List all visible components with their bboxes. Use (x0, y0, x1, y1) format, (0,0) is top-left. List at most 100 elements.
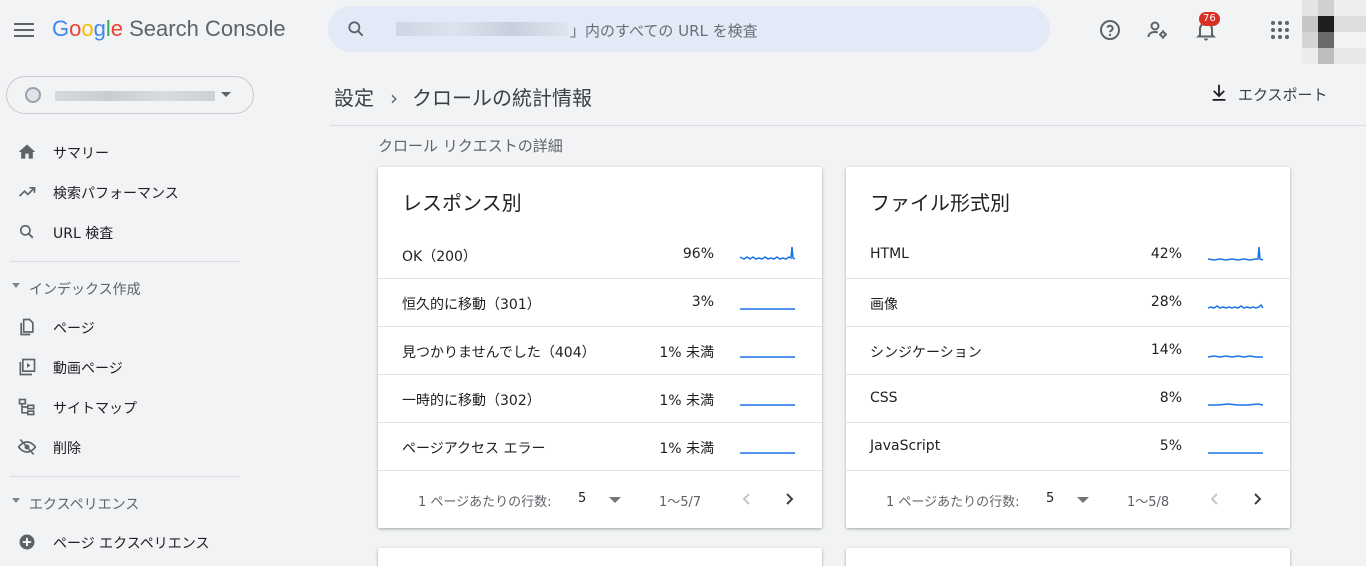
avatar[interactable] (1302, 0, 1366, 64)
removal-icon (17, 438, 37, 456)
chevron-right-icon: › (390, 86, 398, 110)
table-row[interactable]: CSS 8% (846, 375, 1290, 423)
notifications-badge: 76 (1199, 12, 1220, 26)
property-selector[interactable] (6, 76, 254, 114)
table-row[interactable]: JavaScript 5% (846, 423, 1290, 471)
table-pagination: 1 ページあたりの行数: 5 1～5/8 (846, 475, 1290, 527)
sidebar-item-performance[interactable]: 検索パフォーマンス (0, 172, 262, 212)
row-value: 96% (682, 246, 714, 262)
sidebar-section-indexing[interactable]: インデックス作成 (0, 272, 262, 302)
sparkline (740, 246, 796, 260)
row-label: JavaScript (870, 438, 941, 454)
chevron-left-icon[interactable] (1206, 489, 1222, 509)
row-label: 画像 (870, 297, 898, 313)
breadcrumb: 設定 › クロールの統計情報 (334, 82, 592, 111)
redacted-property-name (55, 91, 215, 101)
rows-per-page-label: 1 ページあたりの行数: (886, 495, 1020, 510)
sparkline (1208, 303, 1264, 309)
row-label: ページアクセス エラー (402, 441, 546, 457)
row-value: 1% 未満 (659, 393, 714, 409)
sidebar-item-label: URL 検査 (53, 226, 114, 242)
sparkline (740, 452, 795, 454)
sidebar-item-pages[interactable]: ページ (0, 307, 262, 347)
table-row[interactable]: 画像 28% (846, 279, 1290, 327)
sidebar-item-label: サマリー (53, 146, 109, 162)
table-row[interactable]: ページアクセス エラー 1% 未満 (378, 423, 822, 471)
table-row[interactable]: HTML 42% (846, 231, 1290, 279)
sidebar-item-url-inspection[interactable]: URL 検査 (0, 212, 262, 252)
breadcrumb-settings-link[interactable]: 設定 (334, 86, 374, 110)
table-row[interactable]: 恒久的に移動（301） 3% (378, 279, 822, 327)
redacted-property-url (396, 22, 568, 36)
apps-grid-icon[interactable] (1268, 18, 1292, 42)
collapse-triangle-icon (12, 498, 20, 503)
table-row[interactable]: OK（200） 96% (378, 231, 822, 279)
table-pagination: 1 ページあたりの行数: 5 1～5/7 (378, 475, 822, 527)
section-heading: クロール リクエストの詳細 (378, 137, 563, 155)
row-label: シンジケーション (870, 345, 982, 361)
rows-per-page-select[interactable]: 5 (578, 491, 586, 506)
row-label: CSS (870, 390, 898, 406)
row-label: 恒久的に移動（301） (402, 297, 541, 313)
row-value: 42% (1150, 246, 1182, 262)
export-label: エクスポート (1238, 86, 1328, 104)
card-by-file-type: ファイル形式別 HTML 42% 画像 28% シンジケーション 14% CSS… (846, 167, 1290, 528)
chevron-left-icon[interactable] (738, 489, 754, 509)
app-logo[interactable]: Google Search Console (52, 16, 286, 42)
table-row[interactable]: 見つかりませんでした（404） 1% 未満 (378, 327, 822, 375)
search-icon (348, 21, 364, 37)
pages-icon (20, 318, 34, 336)
sidebar: サマリー 検索パフォーマンス URL 検査 インデックス作成 ページ 動画ページ… (0, 64, 262, 566)
chevron-right-icon[interactable] (1250, 489, 1266, 509)
sidebar-section-experience[interactable]: エクスペリエンス (0, 487, 262, 517)
video-pages-icon (19, 358, 36, 376)
chevron-right-icon[interactable] (782, 489, 798, 509)
sparkline (1208, 403, 1264, 406)
sparkline (740, 308, 795, 310)
sidebar-item-video-pages[interactable]: 動画ページ (0, 347, 262, 387)
sidebar-item-removals[interactable]: 削除 (0, 427, 262, 467)
sidebar-divider (10, 476, 240, 477)
row-value: 8% (1159, 390, 1182, 406)
row-value: 1% 未満 (659, 441, 714, 457)
card-by-googlebot-type (846, 548, 1290, 566)
section-label: エクスペリエンス (29, 497, 140, 513)
table-row[interactable]: シンジケーション 14% (846, 327, 1290, 375)
sparkline (1208, 355, 1263, 358)
url-inspection-search[interactable]: 」内のすべての URL を検査 (328, 6, 1050, 52)
search-icon (19, 224, 34, 239)
dropdown-arrow-icon[interactable] (609, 497, 621, 503)
sidebar-item-page-experience[interactable]: ページ エクスペリエンス (0, 522, 262, 562)
rows-per-page-select[interactable]: 5 (1046, 491, 1054, 506)
trending-up-icon (18, 187, 36, 197)
admin-settings-icon[interactable] (1146, 18, 1170, 42)
plus-circle-icon (19, 534, 35, 550)
sidebar-item-label: 削除 (53, 441, 81, 457)
top-bar: Google Search Console 」内のすべての URL を検査 76 (0, 0, 1366, 64)
pagination-range: 1～5/7 (659, 495, 702, 510)
sitemap-icon (18, 398, 35, 416)
sidebar-item-sitemaps[interactable]: サイトマップ (0, 387, 262, 427)
row-label: 一時的に移動（302） (402, 393, 541, 409)
sidebar-item-summary[interactable]: サマリー (0, 132, 262, 172)
section-label: インデックス作成 (29, 282, 141, 298)
page-title: クロールの統計情報 (412, 86, 592, 110)
sparkline (1208, 246, 1264, 261)
dropdown-arrow-icon[interactable] (1077, 497, 1089, 503)
sidebar-item-label: ページ (53, 321, 95, 337)
table-row[interactable]: 一時的に移動（302） 1% 未満 (378, 375, 822, 423)
row-value: 14% (1150, 342, 1182, 358)
card-by-purpose (378, 548, 822, 566)
row-value: 5% (1159, 438, 1182, 454)
chevron-down-icon (221, 92, 231, 97)
menu-icon[interactable] (14, 20, 36, 42)
download-icon (1212, 84, 1226, 101)
collapse-triangle-icon (12, 283, 20, 288)
help-icon[interactable] (1098, 18, 1122, 42)
card-title: レスポンス別 (402, 191, 522, 215)
header-divider (330, 125, 1366, 126)
sidebar-divider (10, 261, 240, 262)
row-value: 1% 未満 (659, 345, 714, 361)
sidebar-item-label: 動画ページ (53, 361, 123, 377)
row-value: 3% (691, 294, 714, 310)
